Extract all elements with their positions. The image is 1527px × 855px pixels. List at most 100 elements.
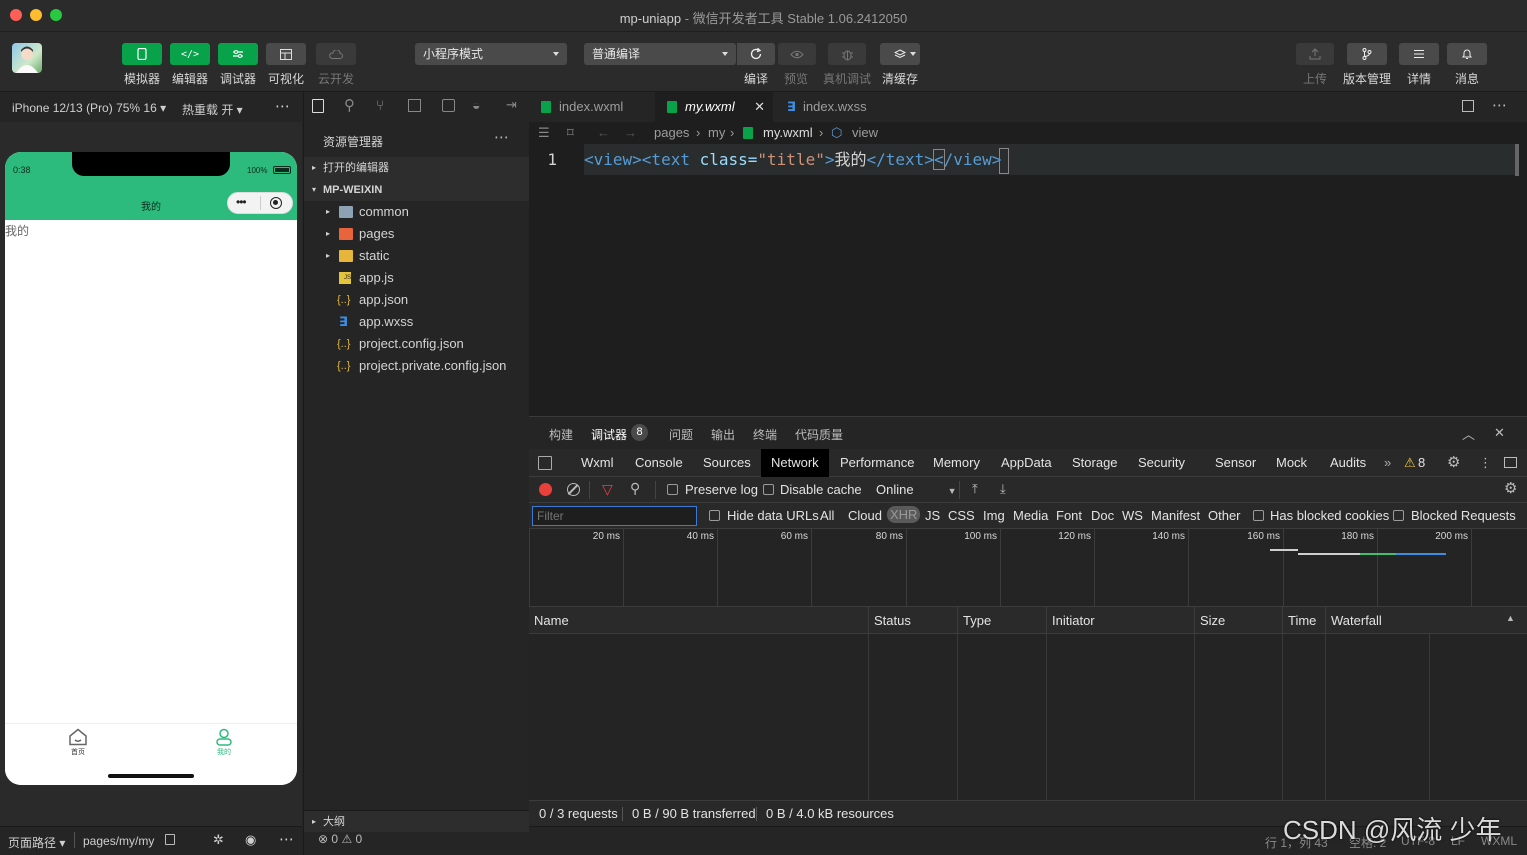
tree-item-project-private-config[interactable]: {..} project.private.config.json [304,355,530,377]
warnings-count[interactable]: 8 [1418,449,1425,477]
eye-icon[interactable]: ◉ [245,832,256,848]
project-section[interactable]: ▾ MP-WEIXIN [304,179,530,201]
tab-security[interactable]: Security [1138,449,1185,477]
filter-ws[interactable]: WS [1122,508,1143,523]
filter-xhr[interactable]: XHR [887,506,921,523]
split-editor-icon[interactable] [1462,100,1474,112]
tree-item-common[interactable]: ▸ common [304,201,530,223]
throttle-select[interactable]: Online ▼ [876,482,957,497]
tab-audits[interactable]: Audits [1330,449,1366,477]
tab-memory[interactable]: Memory [933,449,980,477]
forward-arrow-icon[interactable]: → [624,122,637,144]
tab-sources[interactable]: Sources [703,449,751,477]
bug-icon[interactable]: ✲ [213,832,224,848]
column-size[interactable]: Size [1194,607,1225,634]
tree-item-pages[interactable]: ▸ pages [304,223,530,245]
import-har-icon[interactable]: ⤒ [972,481,978,497]
inspect-element-icon[interactable] [538,456,552,470]
chevron-up-icon[interactable]: ︿ [1462,424,1475,443]
panel-tab-code-quality[interactable]: 代码质量 [795,426,843,443]
source-control-icon[interactable]: ⑂ [376,97,384,113]
debug-icon[interactable]: ⇥ [506,97,517,113]
open-editors-section[interactable]: ▸ 打开的编辑器 [304,157,530,179]
code-line[interactable]: <view><text class="title">我的</text></vie… [584,144,1519,175]
capsule-menu[interactable]: ••• [227,192,293,214]
capsule-close-icon[interactable] [270,197,282,209]
has-blocked-cookies-checkbox[interactable] [1253,510,1264,521]
panel-tab-output[interactable]: 输出 [711,426,735,443]
filter-doc[interactable]: Doc [1091,508,1114,523]
tab-console[interactable]: Console [635,449,683,477]
filter-all[interactable]: All [820,508,834,523]
search-icon[interactable]: ⚲ [344,96,355,114]
export-har-icon[interactable]: ⤓ [1000,481,1006,497]
column-name[interactable]: Name [529,607,569,634]
extensions-icon[interactable] [408,99,421,112]
filter-media[interactable]: Media [1013,508,1048,523]
visual-toggle-button[interactable] [266,43,306,65]
settings-icon[interactable]: ⚙ [1504,479,1517,497]
breadcrumb-file[interactable]: my.wxml [763,122,813,144]
tab-appdata[interactable]: AppData [1001,449,1052,477]
disable-cache-checkbox[interactable] [763,484,774,495]
editor-tab-my-wxml[interactable]: my.wxml ✕ [655,92,773,122]
warning-icon[interactable]: ⚠ [1404,449,1416,477]
tab-wxml[interactable]: Wxml [581,449,614,477]
files-icon[interactable] [312,99,324,113]
tab-sensor[interactable]: Sensor [1215,449,1256,477]
upload-button[interactable] [1296,43,1334,65]
filter-js[interactable]: JS [925,508,940,523]
more-icon[interactable]: ⋯ [279,830,294,848]
problems-summary[interactable]: ⊗ 0 ⚠ 0 [318,832,362,846]
tab-performance[interactable]: Performance [840,449,914,477]
panel-tab-build[interactable]: 构建 [549,426,573,443]
capsule-more-icon[interactable]: ••• [236,195,247,209]
tab-mock[interactable]: Mock [1276,449,1307,477]
settings-icon[interactable]: ⚙ [1447,449,1460,477]
compile-button[interactable] [737,43,775,65]
breadcrumb-view[interactable]: view [852,122,878,144]
column-type[interactable]: Type [957,607,991,634]
panel-tab-debugger[interactable]: 调试器 [591,426,627,443]
clear-cache-button[interactable] [880,43,920,65]
tree-item-project-config[interactable]: {..} project.config.json [304,333,530,355]
editor-tab-index-wxss[interactable]: ∃ index.wxss [773,92,893,122]
column-status[interactable]: Status [868,607,911,634]
device-select[interactable]: iPhone 12/13 (Pro) 75% 16 ▾ [12,101,166,115]
preview-button[interactable] [778,43,816,65]
page-path-select[interactable]: 页面路径 ▾ [8,834,65,851]
copy-icon[interactable] [165,834,175,845]
hot-reload-select[interactable]: 热重载 开 ▾ [182,101,243,118]
user-avatar[interactable] [12,43,42,73]
panel-tab-problems[interactable]: 问题 [669,426,693,443]
editor-toggle-button[interactable]: </> [170,43,210,65]
back-arrow-icon[interactable]: ← [597,122,610,144]
version-manage-button[interactable] [1347,43,1387,65]
tab-network[interactable]: Network [761,449,829,477]
more-icon[interactable]: ⋯ [1492,96,1507,114]
tree-item-app-js[interactable]: JS app.js [304,267,530,289]
preserve-log-checkbox[interactable] [667,484,678,495]
debugger-toggle-button[interactable] [218,43,258,65]
editor-tab-index-wxml[interactable]: index.wxml [529,92,655,122]
undock-icon[interactable] [1504,457,1517,468]
tab-home[interactable]: 首页 [60,728,96,764]
filter-font[interactable]: Font [1056,508,1082,523]
simulator-toggle-button[interactable] [122,43,162,65]
compile-mode-select[interactable]: 普通编译 [584,43,736,65]
filter-other[interactable]: Other [1208,508,1241,523]
docker-icon[interactable]: ◒ [472,97,480,113]
scrollbar[interactable] [1515,144,1519,176]
clear-icon[interactable] [567,483,580,496]
breadcrumb-my[interactable]: my [708,122,725,144]
column-time[interactable]: Time [1282,607,1316,634]
outline-section[interactable]: ▸ 大纲 [304,810,530,832]
panel-icon[interactable] [442,99,455,112]
close-icon[interactable]: ✕ [754,92,765,122]
mode-select[interactable]: 小程序模式 [415,43,567,65]
more-tabs-icon[interactable]: » [1384,449,1391,477]
column-initiator[interactable]: Initiator [1046,607,1095,634]
tree-item-static[interactable]: ▸ static [304,245,530,267]
kebab-menu-icon[interactable]: ⋮ [1479,449,1492,477]
filter-cloud[interactable]: Cloud [848,508,882,523]
